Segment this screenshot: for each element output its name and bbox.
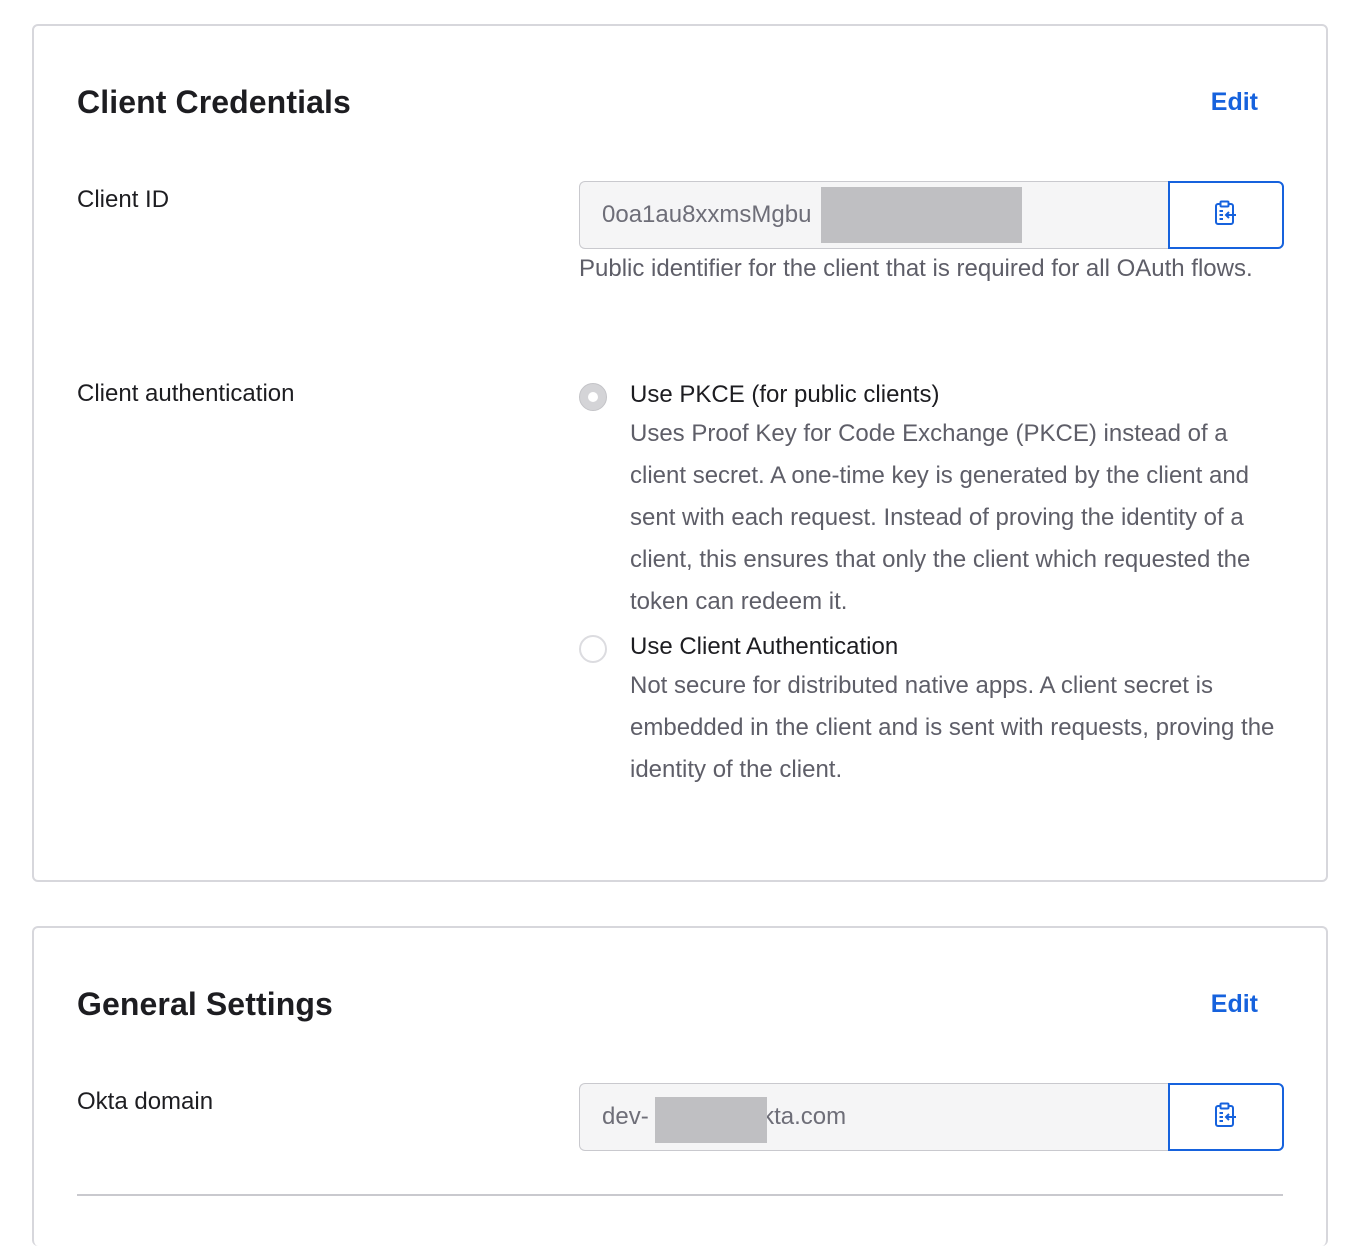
general-settings-title: General Settings [77, 986, 333, 1022]
copy-okta-domain-button[interactable] [1168, 1083, 1284, 1151]
client-credentials-title: Client Credentials [77, 84, 351, 120]
pkce-radio-label[interactable]: Use PKCE (for public clients) [630, 378, 939, 412]
general-settings-panel: General Settings Edit Okta domain dev- 4… [32, 926, 1328, 1246]
redacted-block [655, 1097, 767, 1143]
copy-client-id-button[interactable] [1168, 181, 1284, 249]
client-id-value: 0oa1au8xxmsMgbu [602, 201, 812, 228]
section-divider [77, 1194, 1283, 1196]
clipboard-icon [1214, 200, 1238, 231]
client-credentials-panel: Client Credentials Edit Client ID 0oa1au… [32, 24, 1328, 882]
okta-domain-field: dev- 4.okta.com [579, 1083, 1284, 1151]
okta-domain-value-box[interactable]: dev- 4.okta.com [579, 1083, 1168, 1151]
client-auth-description: Not secure for distributed native apps. … [630, 672, 1275, 783]
client-id-value-box[interactable]: 0oa1au8xxmsMgbu [579, 181, 1168, 249]
client-auth-radio[interactable] [579, 635, 607, 663]
okta-domain-label: Okta domain [77, 1088, 214, 1115]
client-id-field: 0oa1au8xxmsMgbu [579, 181, 1284, 249]
pkce-radio[interactable] [579, 383, 607, 411]
client-id-help-text: Public identifier for the client that is… [579, 255, 1253, 282]
client-authentication-label: Client authentication [77, 380, 295, 407]
general-settings-edit-link[interactable]: Edit [1211, 990, 1258, 1019]
redacted-block [821, 187, 1022, 243]
client-id-label: Client ID [77, 186, 170, 213]
client-credentials-edit-link[interactable]: Edit [1211, 88, 1258, 117]
pkce-description: Uses Proof Key for Code Exchange (PKCE) … [630, 420, 1251, 615]
clipboard-icon [1214, 1102, 1238, 1133]
client-auth-radio-label[interactable]: Use Client Authentication [630, 630, 898, 664]
